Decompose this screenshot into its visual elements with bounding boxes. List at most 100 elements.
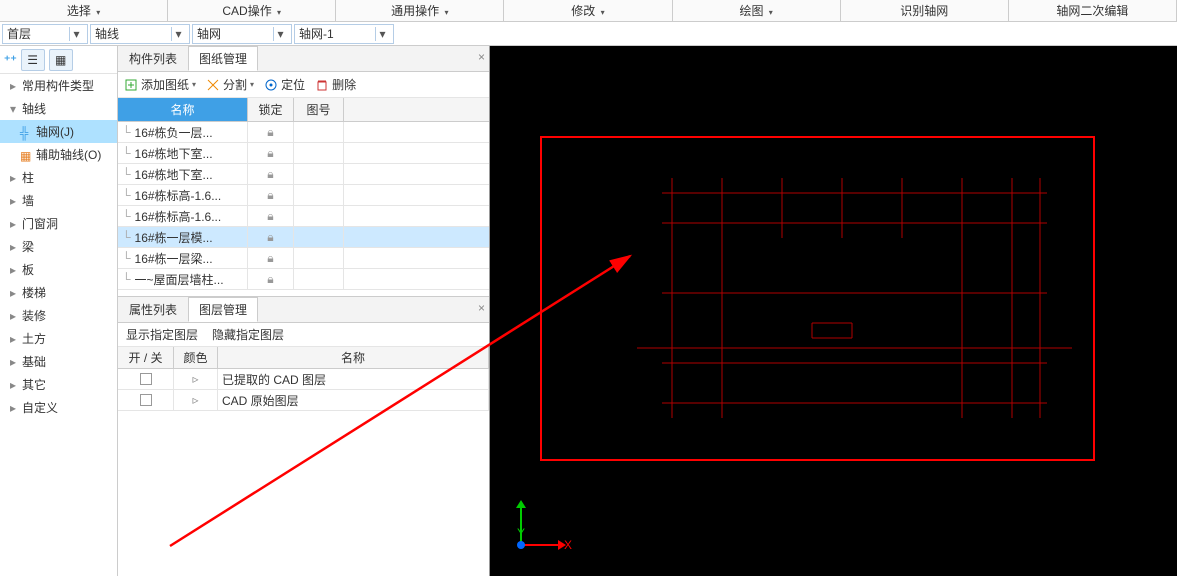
- tree-item[interactable]: ▸装修: [0, 304, 117, 327]
- tree-item[interactable]: ▾轴线: [0, 97, 117, 120]
- origin-icon: [517, 541, 525, 549]
- col-toggle[interactable]: 开 / 关: [118, 347, 174, 368]
- cell-lock[interactable]: 🔒︎: [248, 164, 294, 184]
- close-icon[interactable]: ×: [478, 50, 485, 64]
- ribbon-group[interactable]: 通用操作 ▾: [336, 0, 504, 21]
- layer-sub-toolbar: 显示指定图层隐藏指定图层: [118, 323, 489, 347]
- expand-icon[interactable]: ▸: [8, 171, 18, 185]
- expand-icon[interactable]: ▸: [8, 240, 18, 254]
- aux-grid-icon: ▦: [20, 149, 32, 161]
- tree-item[interactable]: ▸墙: [0, 189, 117, 212]
- table-row[interactable]: └16#栋地下室...🔒︎: [118, 143, 489, 164]
- tree-item[interactable]: ╬轴网(J): [0, 120, 117, 143]
- table-row[interactable]: └16#栋负一层...🔒︎: [118, 122, 489, 143]
- cell-color[interactable]: ▹: [174, 369, 218, 389]
- expand-icon[interactable]: ▸: [8, 378, 18, 392]
- tool-icon: [124, 78, 138, 92]
- expand-icon[interactable]: ▸: [8, 217, 18, 231]
- close-icon[interactable]: ×: [478, 301, 485, 315]
- cell-name: └16#栋一层模...: [118, 227, 248, 247]
- ribbon-group[interactable]: CAD操作 ▾: [168, 0, 336, 21]
- tab[interactable]: 属性列表: [118, 297, 188, 322]
- cell-lock[interactable]: 🔒︎: [248, 185, 294, 205]
- expand-icon[interactable]: ▾: [8, 102, 18, 116]
- expand-icon[interactable]: ▸: [8, 263, 18, 277]
- tree-item[interactable]: ▸其它: [0, 373, 117, 396]
- chevron-down-icon[interactable]: ▾: [250, 80, 254, 89]
- tab[interactable]: 构件列表: [118, 46, 188, 71]
- expand-icon[interactable]: ▹: [192, 372, 198, 386]
- selector-dropdown[interactable]: 轴线▾: [90, 24, 190, 44]
- chevron-down-icon[interactable]: ▾: [192, 80, 196, 89]
- ribbon-group[interactable]: 修改 ▾: [504, 0, 672, 21]
- expand-icon[interactable]: ⁺⁺: [4, 53, 17, 67]
- ribbon-label: 识别轴网: [900, 4, 948, 18]
- col-layer-name[interactable]: 名称: [218, 347, 489, 368]
- expand-icon[interactable]: ▸: [8, 194, 18, 208]
- drawing-panel: 构件列表图纸管理 × 添加图纸 ▾ 分割 ▾ 定位删除 名称 锁定 图号 └16#栋负…: [118, 46, 489, 290]
- cell-toggle[interactable]: [118, 390, 174, 410]
- cell-color[interactable]: ▹: [174, 390, 218, 410]
- grid-view-icon[interactable]: ▦: [49, 49, 73, 71]
- ribbon-group[interactable]: 轴网二次编辑: [1009, 0, 1177, 21]
- table-row[interactable]: └16#栋标高-1.6...🔒︎: [118, 206, 489, 227]
- col-color[interactable]: 颜色: [174, 347, 218, 368]
- selector-dropdown[interactable]: 轴网▾: [192, 24, 292, 44]
- col-lock[interactable]: 锁定: [248, 98, 294, 121]
- col-name[interactable]: 名称: [118, 98, 248, 121]
- expand-icon[interactable]: ▸: [8, 286, 18, 300]
- toolbar-button[interactable]: 添加图纸 ▾: [124, 76, 196, 93]
- cell-lock[interactable]: 🔒︎: [248, 206, 294, 226]
- expand-icon[interactable]: ▸: [8, 79, 18, 93]
- tree-item[interactable]: ▸门窗洞: [0, 212, 117, 235]
- tree-item[interactable]: ▸板: [0, 258, 117, 281]
- ribbon-group[interactable]: 选择 ▾: [0, 0, 168, 21]
- cad-canvas[interactable]: Y X: [490, 46, 1177, 576]
- ribbon-group[interactable]: 绘图 ▾: [673, 0, 841, 21]
- table-row[interactable]: └一~屋面层墙柱...🔒︎: [118, 269, 489, 290]
- tree-item[interactable]: ▸土方: [0, 327, 117, 350]
- tab[interactable]: 图层管理: [188, 297, 258, 322]
- table-row[interactable]: └16#栋一层模...🔒︎: [118, 227, 489, 248]
- cell-name: └16#栋标高-1.6...: [118, 206, 248, 226]
- drawing-tabs: 构件列表图纸管理 ×: [118, 46, 489, 72]
- tree-item[interactable]: ▸自定义: [0, 396, 117, 419]
- checkbox-icon[interactable]: [140, 394, 152, 406]
- table-row[interactable]: ▹CAD 原始图层: [118, 390, 489, 411]
- list-view-icon[interactable]: ☰: [21, 49, 45, 71]
- tree-item[interactable]: ▸梁: [0, 235, 117, 258]
- checkbox-icon[interactable]: [140, 373, 152, 385]
- expand-icon[interactable]: ▸: [8, 332, 18, 346]
- cell-lock[interactable]: 🔒︎: [248, 122, 294, 142]
- cell-lock[interactable]: 🔒︎: [248, 248, 294, 268]
- cell-lock[interactable]: 🔒︎: [248, 227, 294, 247]
- toolbar-button[interactable]: 定位: [264, 76, 305, 93]
- tree-item[interactable]: ▸常用构件类型: [0, 74, 117, 97]
- col-number[interactable]: 图号: [294, 98, 344, 121]
- table-row[interactable]: └16#栋地下室...🔒︎: [118, 164, 489, 185]
- selector-dropdown[interactable]: 首层▾: [2, 24, 88, 44]
- sub-toolbar-button[interactable]: 隐藏指定图层: [212, 326, 284, 343]
- table-row[interactable]: ▹已提取的 CAD 图层: [118, 369, 489, 390]
- cell-toggle[interactable]: [118, 369, 174, 389]
- expand-icon[interactable]: ▸: [8, 355, 18, 369]
- tree-item[interactable]: ▦辅助轴线(O): [0, 143, 117, 166]
- tree-item[interactable]: ▸基础: [0, 350, 117, 373]
- table-row[interactable]: └16#栋一层梁...🔒︎: [118, 248, 489, 269]
- left-icon-bar: ⁺⁺ ☰ ▦: [0, 46, 117, 74]
- expand-icon[interactable]: ▸: [8, 309, 18, 323]
- cell-lock[interactable]: 🔒︎: [248, 143, 294, 163]
- selector-dropdown[interactable]: 轴网-1▾: [294, 24, 394, 44]
- tree-item[interactable]: ▸楼梯: [0, 281, 117, 304]
- toolbar-button[interactable]: 分割 ▾: [206, 76, 254, 93]
- expand-icon[interactable]: ▸: [8, 401, 18, 415]
- sub-toolbar-button[interactable]: 显示指定图层: [126, 326, 198, 343]
- expand-icon[interactable]: ▹: [192, 393, 198, 407]
- tree-item[interactable]: ▸柱: [0, 166, 117, 189]
- layer-panel: 属性列表图层管理 × 显示指定图层隐藏指定图层 开 / 关 颜色 名称 ▹已提取的…: [118, 296, 489, 576]
- toolbar-button[interactable]: 删除: [315, 76, 356, 93]
- tab[interactable]: 图纸管理: [188, 46, 258, 71]
- table-row[interactable]: └16#栋标高-1.6...🔒︎: [118, 185, 489, 206]
- cell-lock[interactable]: 🔒︎: [248, 269, 294, 289]
- ribbon-group[interactable]: 识别轴网: [841, 0, 1009, 21]
